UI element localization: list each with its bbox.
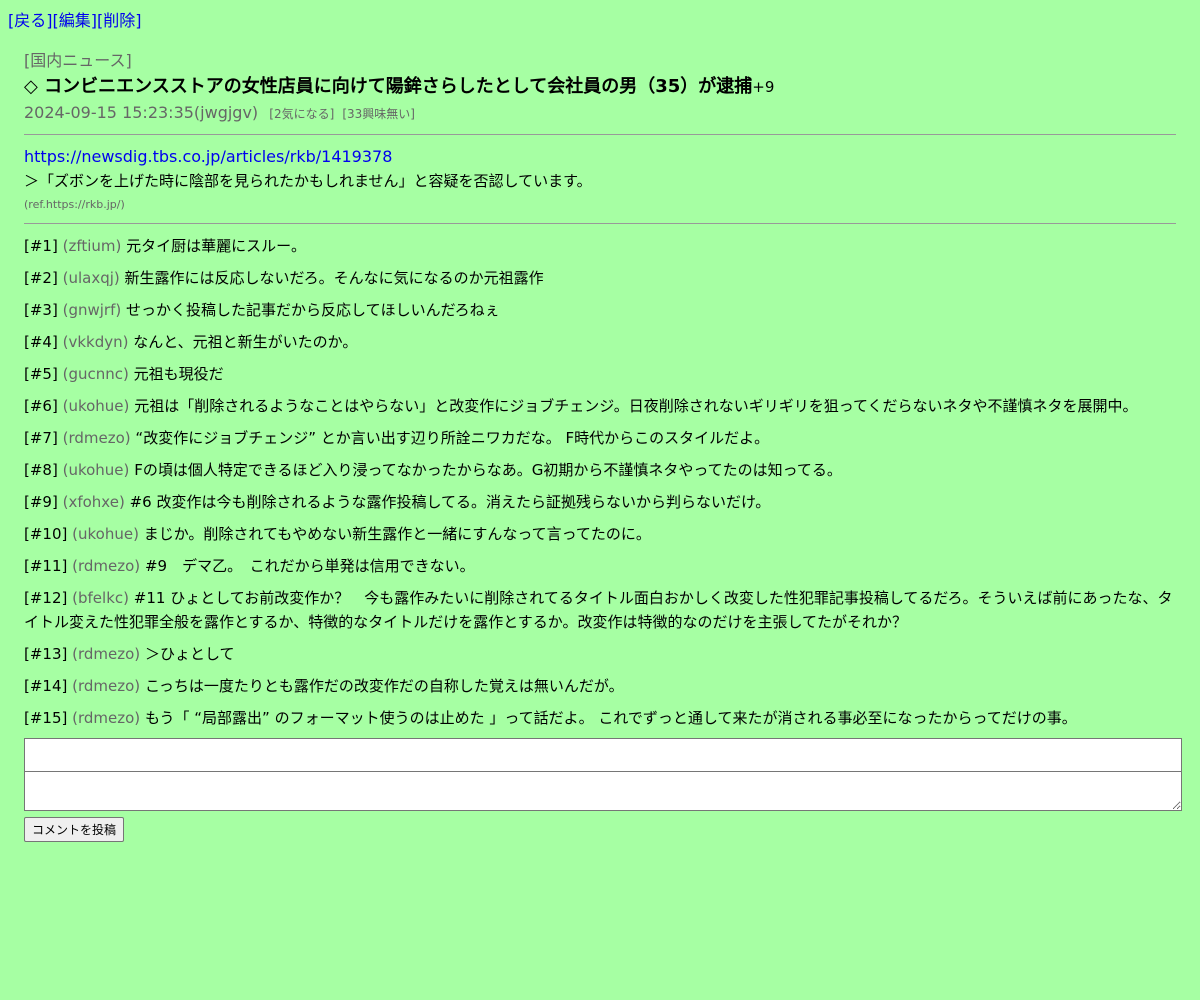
comment-number[interactable]: [#6] [24,397,58,415]
comment-item: [#9] (xfohxe) #6 改変作は今も削除されるような露作投稿してる。消… [24,490,1176,514]
comment-user-id: (rdmezo) [72,645,141,663]
comment-number[interactable]: [#11] [24,557,67,575]
article-title-text: ◇ コンビニエンスストアの女性店員に向けて陽鉾さらしたとして会社員の男（35）が… [24,76,753,97]
comment-text: 元祖は「削除されるようなことはやらない」と改変作にジョブチェンジ。日夜削除されな… [134,397,1138,415]
edit-link[interactable]: 編集 [59,11,91,30]
comment-number[interactable]: [#15] [24,709,67,727]
vote-concern-button[interactable]: [2気になる] [269,107,334,121]
article-container: [国内ニュース] ◇ コンビニエンスストアの女性店員に向けて陽鉾さらしたとして会… [24,50,1182,842]
divider [24,223,1176,224]
comment-item: [#12] (bfelkc) #11 ひょとしてお前改変作か？ 今も露作みたいに… [24,586,1176,634]
article-source: https://newsdig.tbs.co.jp/articles/rkb/1… [24,145,1176,169]
comment-text: #9 デマ乙。 これだから単発は信用できない。 [144,557,475,575]
back-link[interactable]: 戻る [14,11,46,30]
comment-number[interactable]: [#8] [24,461,58,479]
comment-text: せっかく投稿した記事だから反応してほしいんだろねぇ [126,301,500,319]
comment-number[interactable]: [#10] [24,525,67,543]
comment-text: #6 改変作は今も削除されるような露作投稿してる。消えたら証拠残らないから判らな… [129,493,771,511]
comment-item: [#5] (gucnnc) 元祖も現役だ [24,362,1176,386]
comment-user-id: (ukohue) [62,397,130,415]
comment-user-id: (gnwjrf) [62,301,122,319]
comment-text: Fの頃は個人特定できるほど入り浸ってなかったからなあ。G初期から不謹慎ネタやって… [134,461,842,479]
comment-text: 元タイ厨は華麗にスルー。 [126,237,307,255]
comment-text: なんと、元祖と新生がいたのか。 [133,333,358,351]
comment-item: [#8] (ukohue) Fの頃は個人特定できるほど入り浸ってなかったからなあ… [24,458,1176,482]
article-url-link[interactable]: https://newsdig.tbs.co.jp/articles/rkb/1… [24,147,392,166]
comment-user-id: (rdmezo) [72,709,141,727]
comment-user-id: (vkkdyn) [62,333,129,351]
comment-text: こっちは一度たりとも露作だの改変作だの自称した覚えは無いんだが。 [144,677,624,695]
comment-item: [#4] (vkkdyn) なんと、元祖と新生がいたのか。 [24,330,1176,354]
comment-user-id: (xfohxe) [62,493,125,511]
comment-user-id: (ulaxqj) [62,269,120,287]
comment-number[interactable]: [#4] [24,333,58,351]
comment-name-input[interactable] [24,738,1182,772]
comment-number[interactable]: [#9] [24,493,58,511]
comment-number[interactable]: [#13] [24,645,67,663]
comment-number[interactable]: [#14] [24,677,67,695]
comment-item: [#6] (ukohue) 元祖は「削除されるようなことはやらない」と改変作にジ… [24,394,1176,418]
comment-text: もう「 “局部露出” のフォーマット使うのは止めた 」って話だよ。 これでずっと… [144,709,1077,727]
comment-form: コメントを投稿 [24,738,1182,842]
article-title: ◇ コンビニエンスストアの女性店員に向けて陽鉾さらしたとして会社員の男（35）が… [24,73,1176,101]
comment-number[interactable]: [#7] [24,429,58,447]
comment-list: [#1] (zftium) 元タイ厨は華麗にスルー。 [#2] (ulaxqj) … [24,234,1176,730]
comment-number[interactable]: [#1] [24,237,58,255]
comment-user-id: (rdmezo) [72,557,141,575]
comment-text: ＞ひょとして [144,645,235,663]
comment-item: [#13] (rdmezo) ＞ひょとして [24,642,1176,666]
comment-body-input[interactable] [24,772,1182,811]
comment-item: [#1] (zftium) 元タイ厨は華麗にスルー。 [24,234,1176,258]
comment-item: [#15] (rdmezo) もう「 “局部露出” のフォーマット使うのは止めた… [24,706,1176,730]
divider [24,134,1176,135]
comment-item: [#10] (ukohue) まじか。削除されてもやめない新生露作と一緒にすんな… [24,522,1176,546]
comment-item: [#7] (rdmezo) “改変作にジョブチェンジ” とか言い出す辺り所詮ニワ… [24,426,1176,450]
comment-user-id: (zftium) [62,237,122,255]
comment-item: [#2] (ulaxqj) 新生露作には反応しないだろ。そんなに気になるのか元祖… [24,266,1176,290]
comment-user-id: (gucnnc) [62,365,129,383]
delete-link[interactable]: 削除 [103,11,135,30]
article-datetime: 2024-09-15 15:23:35(jwgjgv) [24,103,259,122]
comment-number[interactable]: [#12] [24,589,67,607]
post-comment-button[interactable]: コメントを投稿 [24,817,125,842]
comment-item: [#11] (rdmezo) #9 デマ乙。 これだから単発は信用できない。 [24,554,1176,578]
comment-text: まじか。削除されてもやめない新生露作と一緒にすんなって言ってたのに。 [143,525,651,543]
article-category: [国内ニュース] [24,51,132,70]
comment-number[interactable]: [#3] [24,301,58,319]
comment-user-id: (ukohue) [72,525,139,543]
comment-text: 新生露作には反応しないだろ。そんなに気になるのか元祖露作 [124,269,544,287]
article-quote: ＞「ズボンを上げた時に陰部を見られたかもしれません」と容疑を否認しています。 [24,172,592,190]
vote-no-interest-button[interactable]: [33興味無い] [342,107,415,121]
top-navigation: [戻る][編集][削除] [8,11,142,30]
comment-user-id: (rdmezo) [72,677,141,695]
comment-user-id: (rdmezo) [62,429,131,447]
article-meta: 2024-09-15 15:23:35(jwgjgv) [2気になる] [33興… [24,102,1176,125]
comment-user-id: (ukohue) [62,461,130,479]
comment-text: “改変作にジョブチェンジ” とか言い出す辺り所詮ニワカだな。 F時代からこのスタ… [135,429,770,447]
comment-number[interactable]: [#2] [24,269,58,287]
comment-number[interactable]: [#5] [24,365,58,383]
comment-text: #11 ひょとしてお前改変作か？ 今も露作みたいに削除されてるタイトル面白おかし… [24,589,1173,631]
comment-user-id: (bfelkc) [72,589,129,607]
plus-count[interactable]: +9 [752,78,774,96]
comment-item: [#14] (rdmezo) こっちは一度たりとも露作だの改変作だの自称した覚え… [24,674,1176,698]
comment-item: [#3] (gnwjrf) せっかく投稿した記事だから反応してほしいんだろねぇ [24,298,1176,322]
article-ref: (ref.https://rkb.jp/) [24,198,125,211]
comment-text: 元祖も現役だ [133,365,224,383]
